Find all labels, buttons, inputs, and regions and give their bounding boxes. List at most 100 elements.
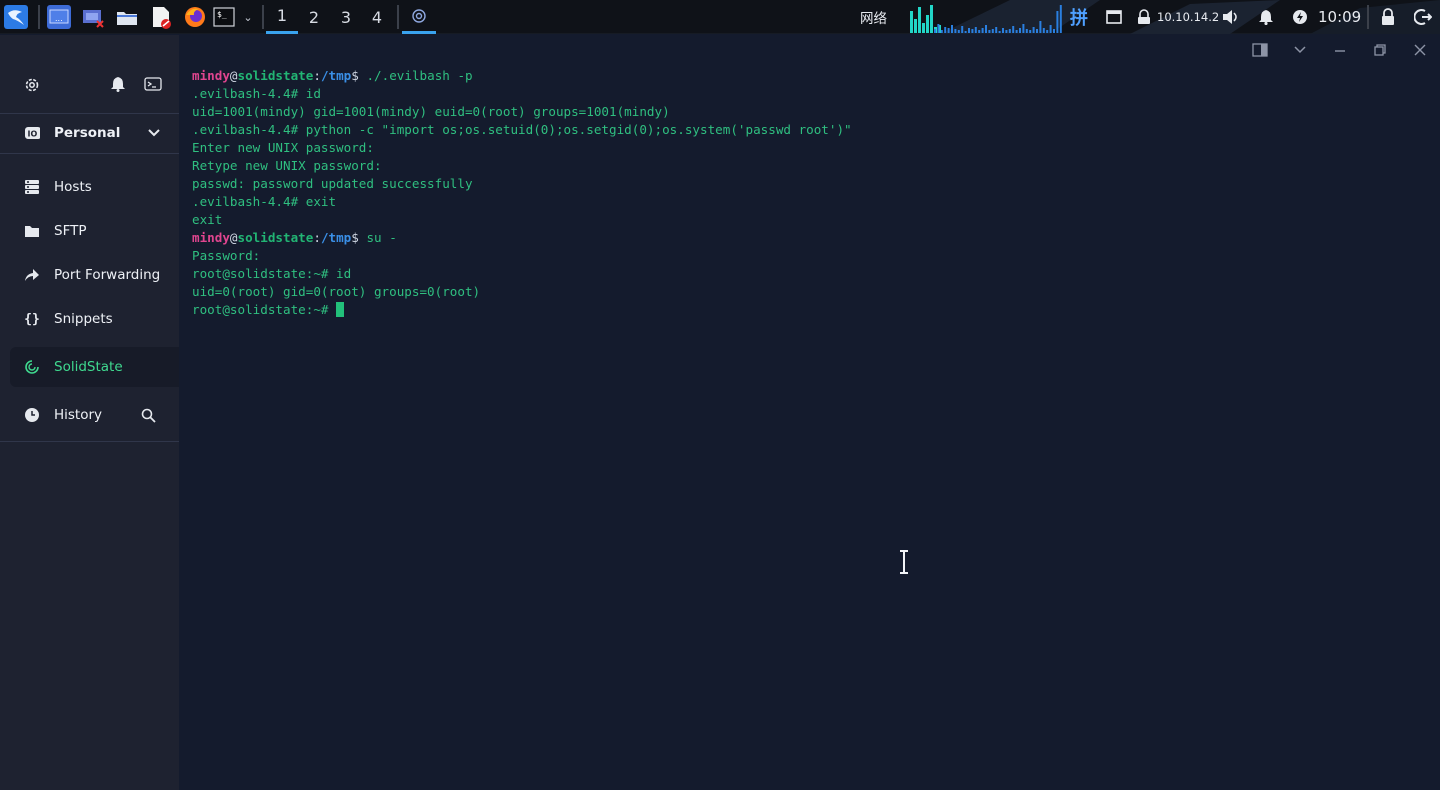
- sidebar-item-label: Port Forwarding: [54, 267, 161, 283]
- network-bar: [988, 30, 991, 33]
- network-bar: [910, 11, 913, 33]
- workspace-switch-icon[interactable]: [81, 5, 105, 29]
- prompt-at: @: [229, 230, 238, 245]
- volume-icon[interactable]: [1220, 0, 1242, 34]
- sidebar-item-sftp[interactable]: SFTP: [10, 211, 179, 251]
- network-bar: [1002, 28, 1004, 33]
- taskbar-termius-window[interactable]: [402, 0, 436, 34]
- svg-text:IO: IO: [28, 130, 38, 139]
- file-manager-icon[interactable]: [115, 5, 139, 29]
- terminal-pane[interactable]: mindy@solidstate:/tmp$ ./.evilbash -p .ev…: [180, 35, 1440, 790]
- network-bar: [937, 24, 940, 33]
- sidebar-item-snippets[interactable]: {} Snippets: [10, 299, 179, 339]
- prompt-path: /tmp: [320, 68, 352, 83]
- network-bar: [985, 25, 987, 33]
- workspace-4-button[interactable]: 4: [361, 0, 393, 34]
- network-bar: [1008, 29, 1011, 33]
- network-activity-graph[interactable]: [896, 3, 1064, 33]
- terminal-line: root@solidstate:~# id: [192, 265, 852, 283]
- network-bar: [995, 27, 998, 33]
- sidebar-item-label: Hosts: [54, 179, 92, 195]
- network-bar: [1025, 29, 1028, 33]
- vault-selector[interactable]: IO Personal: [10, 113, 179, 153]
- network-bar: [1029, 30, 1032, 33]
- prompt-text: .evilbash-4.4# python -c "import os;os.s…: [192, 122, 852, 137]
- network-bar: [947, 28, 950, 33]
- network-bar: [951, 25, 953, 33]
- chevron-down-icon[interactable]: ⌄: [240, 0, 256, 34]
- settings-gear-icon[interactable]: [23, 76, 41, 98]
- split-view-icon[interactable]: [1250, 42, 1270, 58]
- firefox-icon[interactable]: [183, 5, 207, 29]
- workspace-1-button[interactable]: 1: [266, 0, 298, 34]
- network-bar: [971, 29, 974, 33]
- restore-icon[interactable]: [1370, 42, 1390, 58]
- input-method-indicator[interactable]: 拼: [1070, 0, 1088, 34]
- terminal-line: .evilbash-4.4# exit: [192, 193, 852, 211]
- close-icon[interactable]: [1410, 42, 1430, 58]
- terminal-output[interactable]: mindy@solidstate:/tmp$ ./.evilbash -p .ev…: [192, 67, 852, 319]
- window-icon[interactable]: [1105, 0, 1123, 34]
- session-tab-solidstate[interactable]: SolidState: [10, 347, 179, 387]
- prompt-host: solidstate: [237, 68, 314, 83]
- prompt-sym: $: [351, 68, 367, 83]
- sidebar-divider: [0, 441, 179, 442]
- lock-screen-icon[interactable]: [1378, 0, 1398, 34]
- terminal-line: .evilbash-4.4# python -c "import os;os.s…: [192, 121, 852, 139]
- network-bar: [922, 23, 925, 33]
- hosts-icon: [24, 179, 40, 195]
- prompt-user: mindy: [192, 230, 230, 245]
- network-bar: [978, 30, 981, 33]
- prompt-text: .evilbash-4.4# exit: [192, 194, 337, 209]
- sidebar-item-hosts[interactable]: Hosts: [10, 167, 179, 207]
- logout-icon[interactable]: [1412, 0, 1434, 34]
- network-bar: [934, 29, 936, 33]
- prompt-cmd: ./.evilbash -p: [366, 68, 473, 83]
- prompt-text: root@solidstate:~# id: [192, 266, 352, 281]
- vpn-lock-icon[interactable]: [1135, 0, 1153, 34]
- prompt-sym: $: [351, 230, 367, 245]
- text-editor-icon[interactable]: [149, 5, 173, 29]
- network-bar: [998, 31, 1001, 33]
- sidebar-item-label: Snippets: [54, 311, 113, 327]
- network-bar: [926, 15, 929, 33]
- terminal-line: exit: [192, 211, 852, 229]
- network-bar: [968, 28, 970, 33]
- prompt-text: passwd: password updated successfully: [192, 176, 473, 191]
- notifications-icon[interactable]: [110, 76, 126, 96]
- network-bar: [1042, 28, 1045, 33]
- terminal-icon[interactable]: [144, 76, 162, 96]
- minimize-icon[interactable]: [1330, 42, 1350, 58]
- show-desktop-icon[interactable]: ...: [47, 5, 71, 29]
- workspace-2-button[interactable]: 2: [298, 0, 330, 34]
- terminal-launcher-icon[interactable]: $_: [213, 5, 237, 29]
- prompt-text: root@solidstate:~#: [192, 302, 337, 317]
- sidebar-item-history[interactable]: History: [10, 395, 179, 435]
- workspace-3-button[interactable]: 3: [330, 0, 362, 34]
- sidebar-item-port-forwarding[interactable]: Port Forwarding: [10, 255, 179, 295]
- sidebar-item-label: SFTP: [54, 223, 87, 239]
- network-bar: [1015, 30, 1018, 33]
- clock[interactable]: 10:09: [1318, 0, 1361, 34]
- terminal-line: mindy@solidstate:/tmp$ ./.evilbash -p: [192, 67, 852, 85]
- search-icon[interactable]: [141, 408, 156, 427]
- terminal-line: mindy@solidstate:/tmp$ su -: [192, 229, 852, 247]
- chevron-down-icon[interactable]: [1290, 42, 1310, 58]
- power-manager-icon[interactable]: [1290, 0, 1310, 34]
- network-bar: [1056, 11, 1059, 33]
- sidebar-divider: [0, 153, 179, 154]
- prompt-text: Enter new UNIX password:: [192, 140, 374, 155]
- braces-icon: {}: [24, 311, 40, 327]
- prompt-colon: :: [313, 68, 321, 83]
- prompt-user: mindy: [192, 68, 230, 83]
- network-bar: [1036, 29, 1038, 33]
- notifications-bell-icon[interactable]: [1256, 0, 1276, 34]
- network-bar: [981, 28, 984, 33]
- kali-menu-icon[interactable]: [4, 5, 28, 29]
- prompt-colon: :: [313, 230, 321, 245]
- network-bar: [1012, 26, 1015, 33]
- termius-app-icon: [412, 8, 426, 23]
- prompt-path: /tmp: [320, 230, 352, 245]
- prompt-text: Password:: [192, 248, 261, 263]
- network-bar: [1053, 29, 1055, 33]
